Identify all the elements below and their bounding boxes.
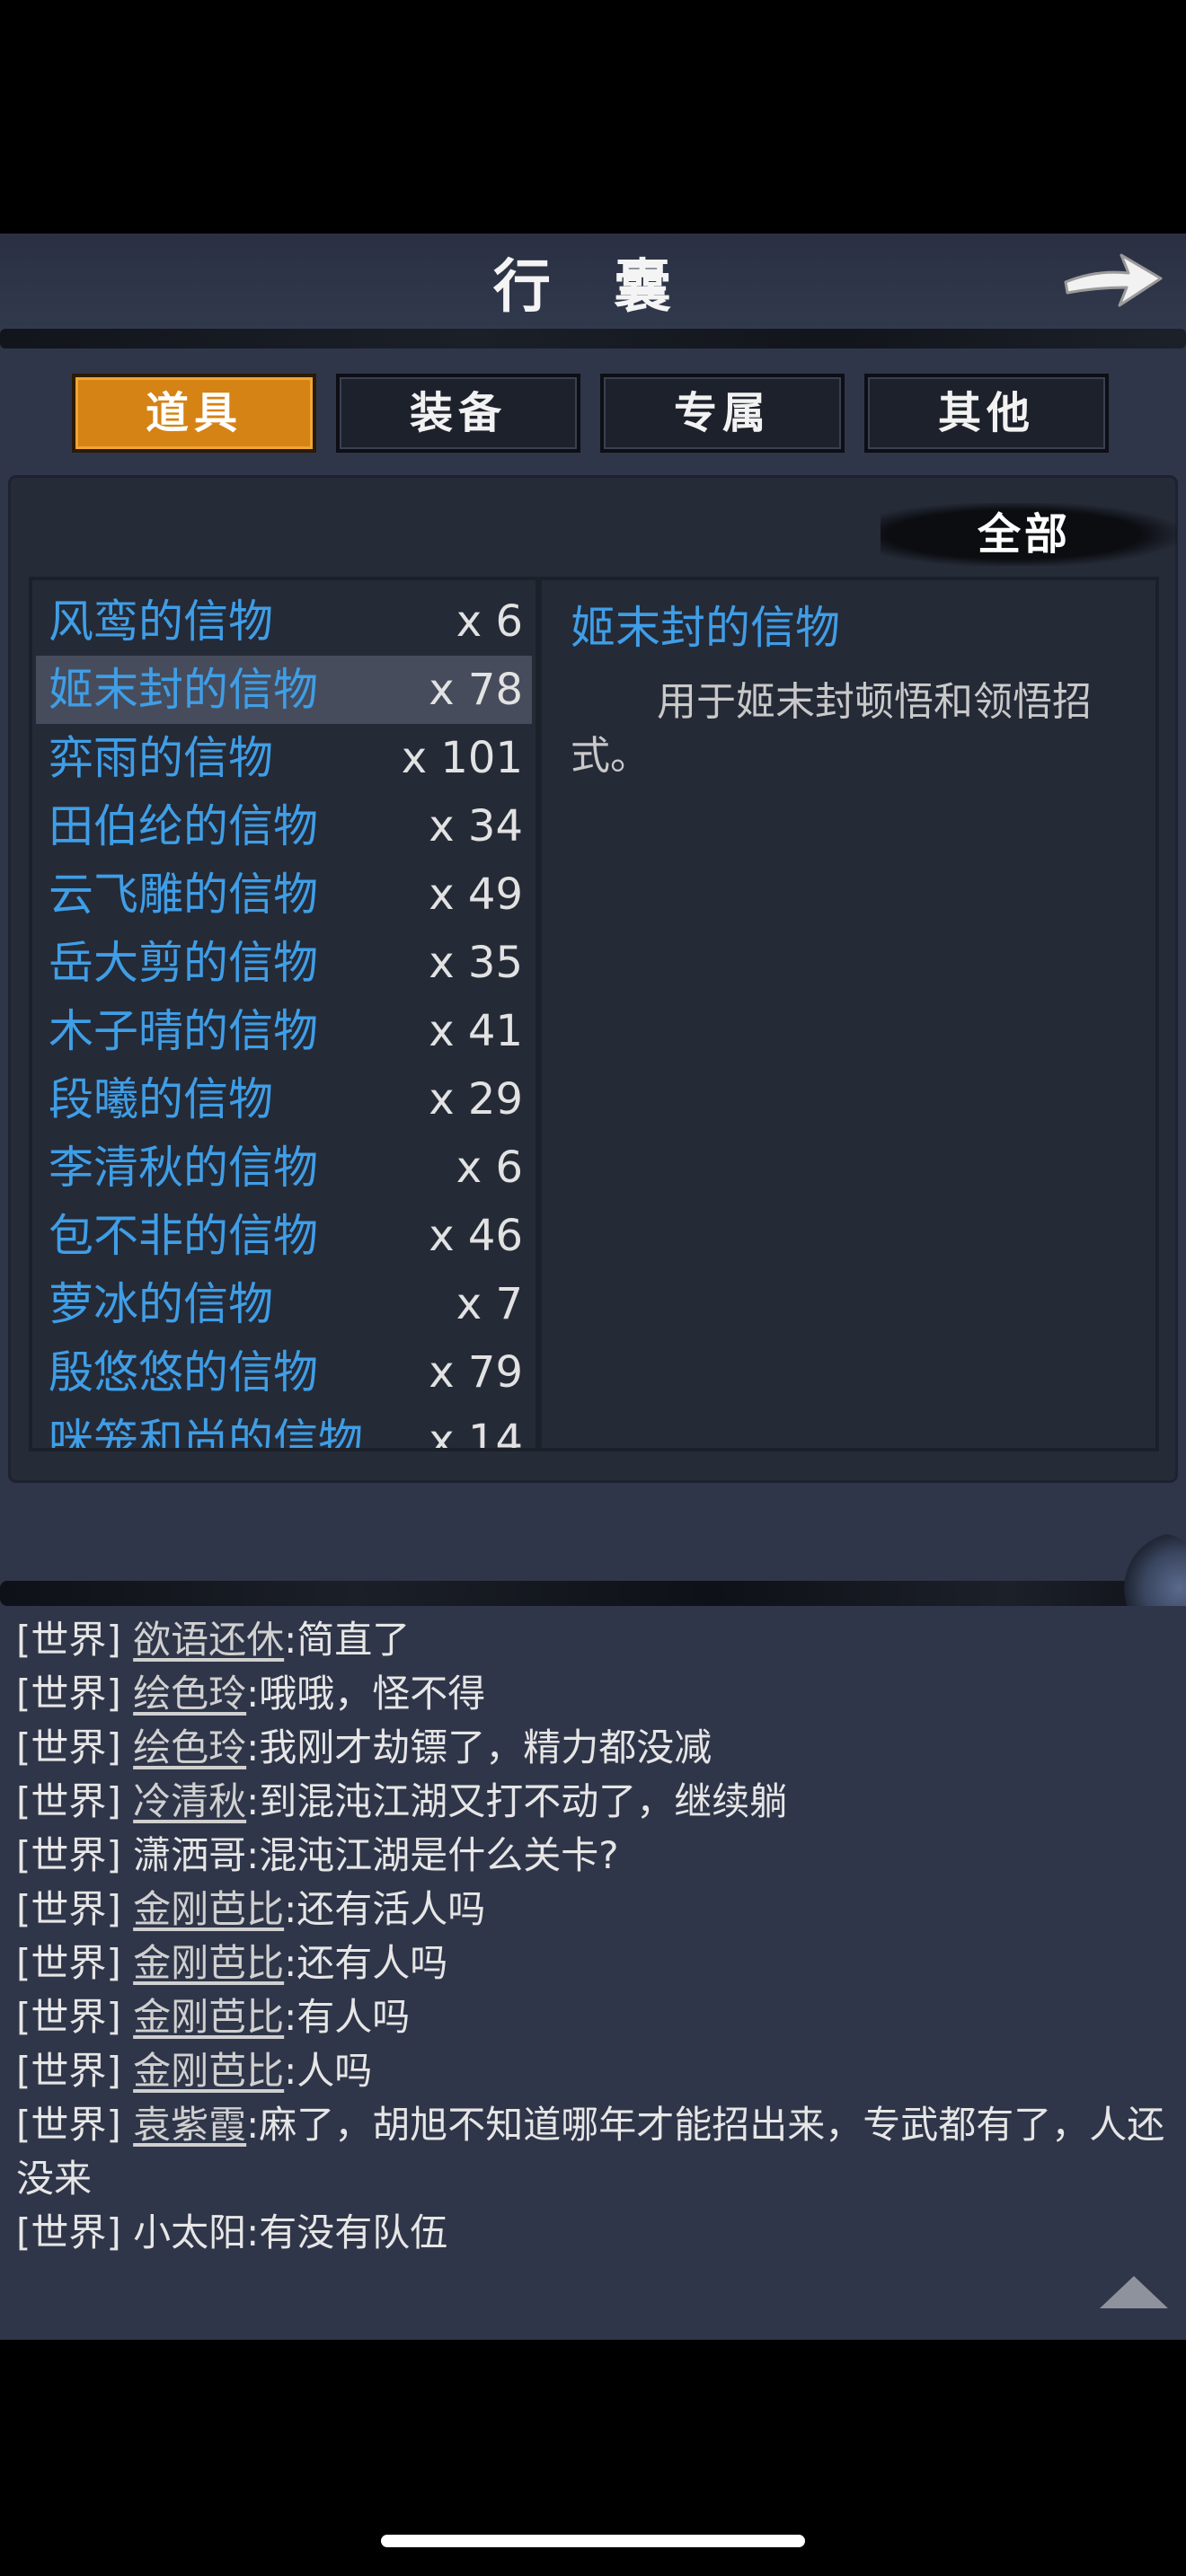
chat-message: [世界] 冷清秋:到混沌江湖又打不动了，继续躺 bbox=[16, 1775, 1175, 1829]
item-quantity: x 101 bbox=[401, 733, 523, 783]
list-item[interactable]: 李清秋的信物 x 6 bbox=[36, 1134, 532, 1202]
chat-channel: [世界] bbox=[16, 1887, 121, 1931]
triangle-up-icon[interactable] bbox=[1098, 2274, 1170, 2310]
chat-message: [世界] 小太阳:有没有队伍 bbox=[16, 2206, 1175, 2260]
right-arrow-icon[interactable] bbox=[1060, 243, 1168, 314]
chat-channel: [世界] bbox=[16, 1833, 121, 1877]
chat-text: :哦哦，怪不得 bbox=[246, 1672, 486, 1716]
chat-message: [世界] 金刚芭比:还有人吗 bbox=[16, 1936, 1175, 1990]
chat-sender[interactable]: 冷清秋 bbox=[133, 1779, 246, 1823]
chat-sender[interactable]: 绘色玲 bbox=[133, 1672, 246, 1716]
list-item[interactable]: 云飞雕的信物 x 49 bbox=[36, 860, 532, 929]
list-item[interactable]: 咪笼和尚的信物 x 14 bbox=[36, 1407, 532, 1451]
list-item[interactable]: 弈雨的信物 x 101 bbox=[36, 724, 532, 792]
list-item[interactable]: 田伯纶的信物 x 34 bbox=[36, 792, 532, 860]
chat-channel: [世界] bbox=[16, 1725, 121, 1769]
item-name: 弈雨的信物 bbox=[49, 732, 273, 784]
item-quantity: x 49 bbox=[429, 869, 523, 920]
chat-text: :简直了 bbox=[284, 1618, 411, 1662]
chat-sender: 小太阳 bbox=[133, 2210, 247, 2254]
list-item[interactable]: 岳大剪的信物 x 35 bbox=[36, 929, 532, 997]
chat-message: [世界] 绘色玲:我刚才劫镖了，精力都没减 bbox=[16, 1721, 1175, 1775]
chat-sender[interactable]: 金刚芭比 bbox=[133, 2049, 284, 2093]
tab-exclusive[interactable]: 专属 bbox=[600, 374, 845, 453]
chat-sender[interactable]: 金刚芭比 bbox=[133, 1995, 284, 2039]
list-item[interactable]: 木子晴的信物 x 41 bbox=[36, 997, 532, 1065]
chat-text: :还有人吗 bbox=[284, 1941, 448, 1985]
item-name: 李清秋的信物 bbox=[49, 1142, 318, 1194]
item-name: 风鸾的信物 bbox=[49, 595, 273, 648]
page-title: 行 囊 bbox=[492, 253, 694, 321]
chat-sender[interactable]: 欲语还休 bbox=[133, 1618, 284, 1662]
chat-sender[interactable]: 袁紫霞 bbox=[133, 2103, 246, 2147]
item-quantity: x 29 bbox=[429, 1074, 523, 1125]
chat-channel: [世界] bbox=[16, 1672, 121, 1716]
chat-text: :有没有队伍 bbox=[246, 2210, 448, 2254]
item-name: 包不非的信物 bbox=[49, 1210, 318, 1262]
item-quantity: x 78 bbox=[429, 665, 523, 715]
item-name: 萝冰的信物 bbox=[49, 1278, 273, 1330]
chat-text: :混沌江湖是什么关卡? bbox=[246, 1833, 619, 1877]
item-name: 岳大剪的信物 bbox=[49, 937, 318, 989]
chat-message: [世界] 欲语还休:简直了 bbox=[16, 1613, 1175, 1667]
chat-sender[interactable]: 金刚芭比 bbox=[133, 1887, 284, 1931]
chat-channel: [世界] bbox=[16, 1941, 121, 1985]
chat-text: :我刚才劫镖了，精力都没减 bbox=[246, 1725, 712, 1769]
chat-message: [世界] 金刚芭比:还有活人吗 bbox=[16, 1883, 1175, 1936]
item-quantity: x 34 bbox=[429, 801, 523, 851]
tab-other[interactable]: 其他 bbox=[864, 374, 1109, 453]
item-name: 云飞雕的信物 bbox=[49, 869, 318, 921]
item-quantity: x 14 bbox=[429, 1416, 523, 1451]
item-quantity: x 41 bbox=[429, 1006, 523, 1056]
chat-sender: 潇洒哥 bbox=[133, 1833, 247, 1877]
detail-item-name: 姬末封的信物 bbox=[571, 602, 840, 654]
list-item-selected[interactable]: 姬末封的信物 x 78 bbox=[36, 656, 532, 724]
item-quantity: x 6 bbox=[456, 1142, 523, 1193]
item-quantity: x 35 bbox=[429, 938, 523, 988]
chat-message: [世界] 绘色玲:哦哦，怪不得 bbox=[16, 1667, 1175, 1721]
item-name: 殷悠悠的信物 bbox=[49, 1346, 318, 1398]
chat-sender[interactable]: 金刚芭比 bbox=[133, 1941, 284, 1985]
detail-description: 用于姬末封顿悟和领悟招式。 bbox=[571, 679, 1092, 779]
home-indicator[interactable] bbox=[381, 2535, 805, 2547]
item-name: 姬末封的信物 bbox=[49, 664, 318, 716]
item-name: 木子晴的信物 bbox=[49, 1005, 318, 1057]
item-name: 田伯纶的信物 bbox=[49, 800, 318, 852]
chat-text: :到混沌江湖又打不动了，继续躺 bbox=[246, 1779, 788, 1823]
chat-channel: [世界] bbox=[16, 2103, 121, 2147]
item-detail-panel: 姬末封的信物 用于姬末封顿悟和领悟招式。 bbox=[539, 577, 1159, 1451]
item-name: 咪笼和尚的信物 bbox=[49, 1415, 363, 1451]
chat-message: [世界] 金刚芭比:有人吗 bbox=[16, 1990, 1175, 2044]
tab-items[interactable]: 道具 bbox=[72, 374, 316, 453]
tab-equipment[interactable]: 装备 bbox=[336, 374, 580, 453]
category-tabs: 道具 装备 专属 其他 bbox=[72, 374, 1114, 454]
list-item[interactable]: 风鸾的信物 x 6 bbox=[36, 587, 532, 656]
chat-channel: [世界] bbox=[16, 1995, 121, 2039]
item-quantity: x 7 bbox=[456, 1279, 523, 1329]
item-quantity: x 79 bbox=[429, 1347, 523, 1398]
list-item[interactable]: 萝冰的信物 x 7 bbox=[36, 1270, 532, 1338]
chat-text: :有人吗 bbox=[284, 1995, 411, 2039]
chat-channel: [世界] bbox=[16, 2210, 121, 2254]
list-item[interactable]: 包不非的信物 x 46 bbox=[36, 1202, 532, 1270]
chat-message: [世界] 袁紫霞:麻了，胡旭不知道哪年才能招出来，专武都有了，人还没来 bbox=[16, 2098, 1175, 2206]
item-quantity: x 46 bbox=[429, 1211, 523, 1261]
chat-channel: [世界] bbox=[16, 1618, 121, 1662]
item-name: 段曦的信物 bbox=[49, 1073, 273, 1125]
list-item[interactable]: 殷悠悠的信物 x 79 bbox=[36, 1338, 532, 1407]
chat-sender[interactable]: 绘色玲 bbox=[133, 1725, 246, 1769]
chat-message: [世界] 潇洒哥:混沌江湖是什么关卡? bbox=[16, 1829, 1175, 1883]
list-item[interactable]: 段曦的信物 x 29 bbox=[36, 1065, 532, 1134]
item-list[interactable]: 风鸾的信物 x 6 姬末封的信物 x 78 弈雨的信物 x 101 田伯纶的信物… bbox=[29, 577, 539, 1451]
chat-text: :人吗 bbox=[284, 2049, 373, 2093]
chat-divider bbox=[0, 1581, 1186, 1606]
chat-message: [世界] 金刚芭比:人吗 bbox=[16, 2044, 1175, 2098]
filter-all-button[interactable]: 全部 bbox=[934, 503, 1114, 566]
chat-channel: [世界] bbox=[16, 1779, 121, 1823]
chat-text: :还有活人吗 bbox=[284, 1887, 486, 1931]
item-quantity: x 6 bbox=[456, 596, 523, 647]
chat-channel: [世界] bbox=[16, 2049, 121, 2093]
